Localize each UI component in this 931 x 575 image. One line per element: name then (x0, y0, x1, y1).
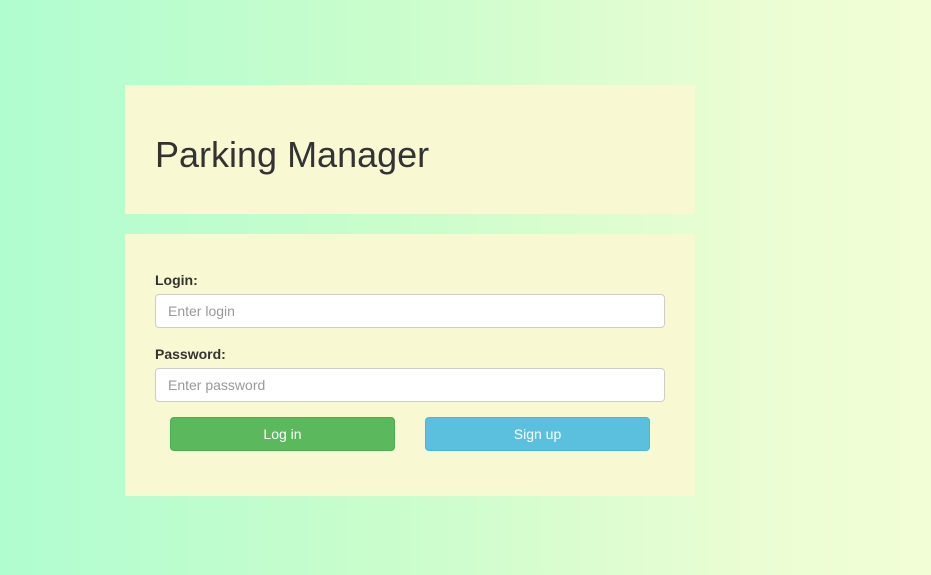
header-panel: Parking Manager (125, 85, 695, 214)
password-input[interactable] (155, 368, 665, 402)
signup-button[interactable]: Sign up (425, 417, 650, 451)
password-label: Password: (155, 346, 226, 362)
login-button[interactable]: Log in (170, 417, 395, 451)
login-input[interactable] (155, 294, 665, 328)
login-label: Login: (155, 272, 198, 288)
page-title: Parking Manager (155, 134, 430, 175)
login-form-panel: Login: Password: Log in Sign up (125, 234, 695, 496)
